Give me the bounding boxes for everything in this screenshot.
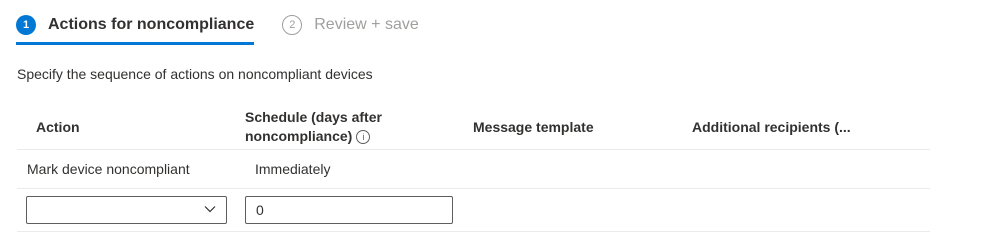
noncompliance-actions-table: Action Schedule (days after noncomplianc… xyxy=(17,105,930,232)
cell-schedule: Immediately xyxy=(255,161,331,177)
step-actions-for-noncompliance[interactable]: 1 Actions for noncompliance xyxy=(16,8,255,45)
header-message-template: Message template xyxy=(473,118,594,135)
header-schedule-line2: noncompliance) xyxy=(245,128,353,144)
new-action-row xyxy=(17,189,930,232)
active-step-indicator xyxy=(16,42,255,45)
action-dropdown[interactable] xyxy=(26,196,227,224)
table-header: Action Schedule (days after noncomplianc… xyxy=(17,105,930,150)
chevron-down-icon xyxy=(204,206,216,213)
header-schedule-line1: Schedule (days after xyxy=(245,109,382,125)
header-action: Action xyxy=(36,118,80,135)
step-label: Review + save xyxy=(314,16,419,33)
step-number-1: 1 xyxy=(16,15,36,35)
wizard-steps: 1 Actions for noncompliance 2 Review + s… xyxy=(16,8,447,46)
step-label: Actions for noncompliance xyxy=(48,16,255,33)
page-description: Specify the sequence of actions on nonco… xyxy=(17,66,373,82)
header-schedule: Schedule (days after noncompliance) i xyxy=(245,108,473,146)
info-icon[interactable]: i xyxy=(356,130,371,145)
cell-action: Mark device noncompliant xyxy=(27,161,190,177)
schedule-days-input[interactable] xyxy=(245,196,453,224)
header-additional-recipients: Additional recipients (... xyxy=(692,118,851,135)
table-row: Mark device noncompliant Immediately xyxy=(17,150,930,189)
step-number-2: 2 xyxy=(282,15,303,35)
step-review-save[interactable]: 2 Review + save xyxy=(282,8,419,42)
